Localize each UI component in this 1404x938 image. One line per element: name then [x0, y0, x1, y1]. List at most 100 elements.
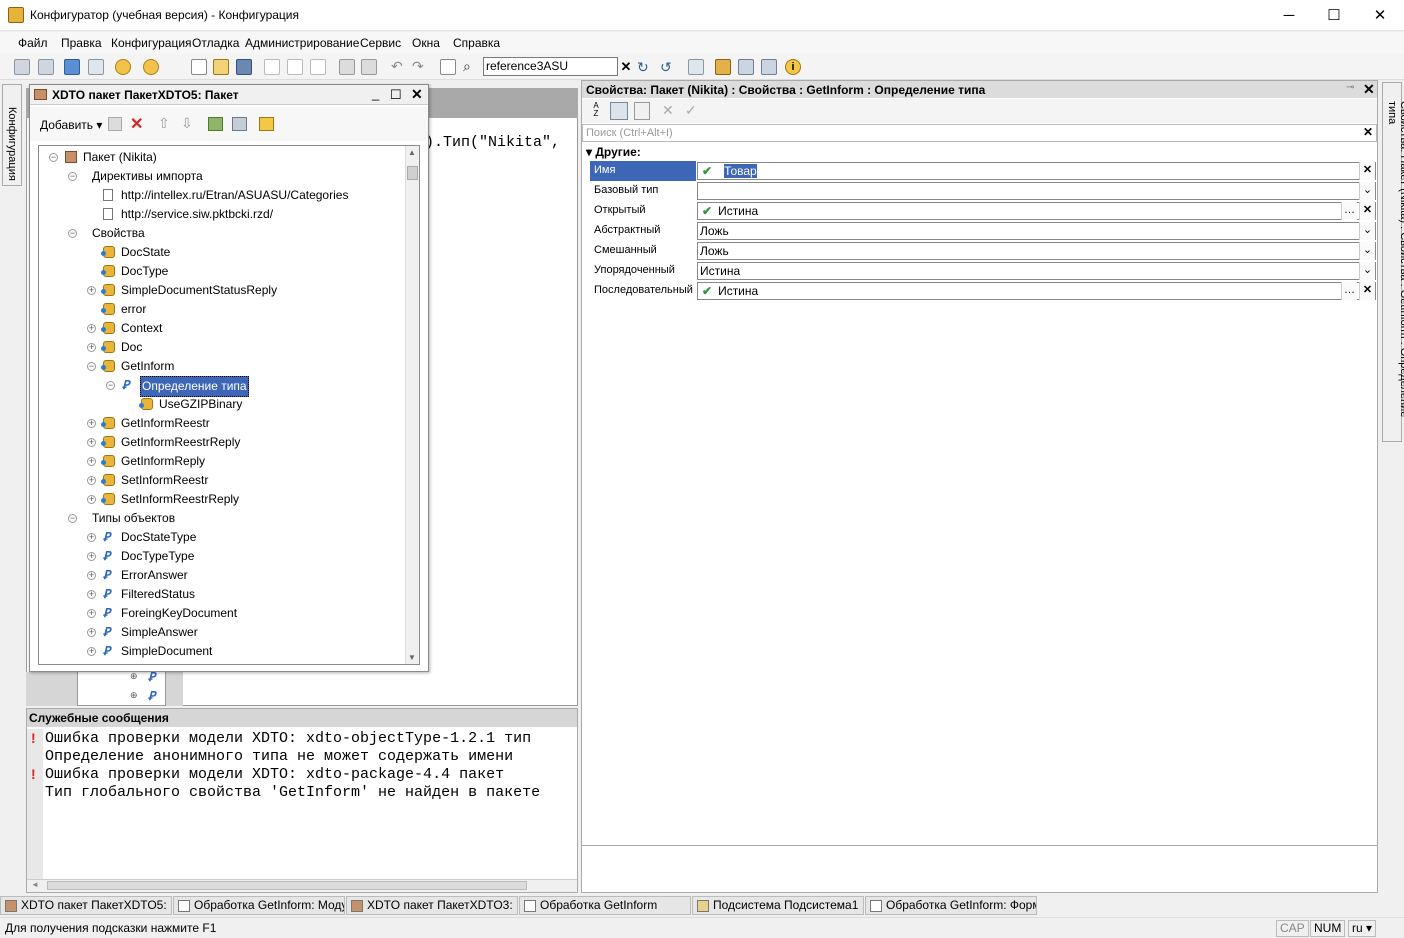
property-group-header[interactable]: ▾ Другие:: [586, 145, 641, 159]
minimize-button[interactable]: ─: [1266, 0, 1312, 31]
tree-item[interactable]: + SimpleDocumentStatusReply: [39, 281, 399, 300]
task-xdto-package5[interactable]: XDTO пакет ПакетXDTO5: ...: [0, 896, 172, 915]
add-import-icon[interactable]: [259, 117, 274, 131]
windows-list-icon[interactable]: [688, 59, 704, 75]
property-name[interactable]: Абстрактный: [590, 221, 696, 241]
expand-icon[interactable]: +: [87, 571, 96, 580]
tree-item[interactable]: http://service.siw.pktbcki.rzd/: [39, 205, 399, 224]
property-name[interactable]: Последовательный: [590, 281, 696, 301]
tree-item[interactable]: + Context: [39, 319, 399, 338]
collapse-icon[interactable]: −: [87, 362, 96, 371]
property-value-field[interactable]: Истина ⌄: [697, 262, 1376, 280]
filter-icon[interactable]: [634, 102, 650, 120]
property-name[interactable]: Имя: [590, 161, 696, 181]
paste-icon[interactable]: [310, 59, 326, 75]
dropdown-icon[interactable]: ⌄: [1359, 262, 1375, 280]
expand-icon[interactable]: +: [87, 628, 96, 637]
message-line[interactable]: Ошибка проверки модели XDTO: xdto-packag…: [45, 766, 577, 783]
redo-icon[interactable]: ↷: [412, 59, 428, 75]
print-icon[interactable]: [339, 59, 355, 75]
collapse-icon[interactable]: −: [106, 381, 115, 390]
property-value-field[interactable]: Ложь ⌄: [697, 222, 1376, 240]
language-selector[interactable]: ru ▾: [1348, 920, 1377, 937]
tree-item[interactable]: http://intellex.ru/Etran/ASUASU/Categori…: [39, 186, 399, 205]
expand-icon[interactable]: +: [87, 476, 96, 485]
tree-item[interactable]: + Ꝑ SimpleAnswer: [39, 623, 399, 642]
property-name[interactable]: Смешанный: [590, 241, 696, 261]
expand-icon[interactable]: +: [87, 495, 96, 504]
properties-side-tab[interactable]: Свойства: Пакет (Nikita) : Свойства : Ge…: [1382, 82, 1404, 442]
maximize-button[interactable]: ☐: [1311, 0, 1357, 31]
close-icon[interactable]: ✕: [411, 86, 423, 103]
cut-icon[interactable]: [264, 59, 280, 75]
property-value-field[interactable]: ✔ Истина ✕…: [697, 282, 1376, 300]
categories-icon[interactable]: [610, 102, 628, 120]
compare-icon[interactable]: [38, 59, 54, 75]
move-up-icon[interactable]: ⇧: [158, 115, 170, 132]
tree-item[interactable]: + SetInformReestrReply: [39, 490, 399, 509]
print-preview-icon[interactable]: [361, 59, 377, 75]
menu-administration[interactable]: Администрирование: [245, 36, 359, 50]
new-document-icon[interactable]: [191, 59, 207, 75]
ellipsis-button[interactable]: …: [1341, 282, 1357, 300]
tree-item[interactable]: + Doc: [39, 338, 399, 357]
collapse-icon[interactable]: −: [68, 172, 77, 181]
import-icon[interactable]: [232, 117, 247, 131]
copy-icon[interactable]: [287, 59, 303, 75]
minimize-icon[interactable]: _: [372, 86, 379, 101]
close-button[interactable]: ✕: [1357, 0, 1403, 31]
tree-item[interactable]: + Ꝑ DocTypeType: [39, 547, 399, 566]
maximize-icon[interactable]: ☐: [390, 87, 402, 103]
expand-icon[interactable]: ⊕: [130, 690, 138, 701]
dropdown-icon[interactable]: ⌄: [1359, 222, 1375, 240]
message-line[interactable]: Ошибка проверки модели XDTO: xdto-object…: [45, 730, 577, 747]
config-icon[interactable]: [14, 59, 30, 75]
tree-item[interactable]: − GetInform: [39, 357, 399, 376]
check-icon[interactable]: [208, 117, 223, 131]
clear-value-icon[interactable]: ✕: [662, 102, 674, 119]
expand-icon[interactable]: +: [87, 419, 96, 428]
task-subsystem[interactable]: Подсистема Подсистема1: [692, 896, 864, 915]
expand-icon[interactable]: +: [87, 343, 96, 352]
expand-icon[interactable]: +: [87, 438, 96, 447]
tree-item[interactable]: + Ꝑ SimpleDocument: [39, 642, 399, 661]
tree-item[interactable]: + Ꝑ ForeingKeyDocument: [39, 604, 399, 623]
save-icon[interactable]: [236, 59, 252, 75]
tree-item[interactable]: error: [39, 300, 399, 319]
collapse-icon[interactable]: −: [68, 514, 77, 523]
tree-item[interactable]: + GetInformReestr: [39, 414, 399, 433]
configuration-side-tab[interactable]: Конфигурация: [2, 84, 22, 186]
task-form[interactable]: Обработка GetInform: Форма: [865, 896, 1037, 915]
edit-icon[interactable]: [108, 117, 122, 131]
task-processing[interactable]: Обработка GetInform: [519, 896, 691, 915]
tree-item[interactable]: + Ꝑ ErrorAnswer: [39, 566, 399, 585]
expand-icon[interactable]: +: [87, 457, 96, 466]
search-clear-icon[interactable]: ✕: [618, 59, 634, 75]
add-button[interactable]: Добавить ▾: [40, 118, 102, 132]
clear-icon[interactable]: ✕: [1359, 282, 1375, 300]
pin-icon[interactable]: ⊸: [1346, 82, 1354, 93]
property-value-field[interactable]: ⌄: [697, 182, 1376, 200]
syntax-helper-icon[interactable]: [738, 59, 754, 75]
info-icon[interactable]: i: [785, 59, 801, 75]
property-value-field[interactable]: Ложь ⌄: [697, 242, 1376, 260]
search-clear-icon[interactable]: ✕: [1363, 125, 1373, 139]
clear-icon[interactable]: ✕: [1359, 162, 1375, 180]
help-book-icon[interactable]: [761, 59, 777, 75]
properties-search-input[interactable]: Поиск (Ctrl+Alt+I): [582, 124, 1377, 142]
open-folder-icon[interactable]: [213, 59, 229, 75]
assistant-icon[interactable]: [715, 59, 731, 75]
property-value-field[interactable]: ✔ Истина ✕…: [697, 202, 1376, 220]
undo-icon[interactable]: ↶: [391, 59, 407, 75]
tree-item[interactable]: − Ꝑ Определение типа: [39, 376, 399, 397]
search-input[interactable]: reference3ASU: [483, 57, 618, 76]
debug-icon[interactable]: [143, 59, 159, 75]
run-icon[interactable]: [115, 59, 131, 75]
collapse-icon[interactable]: −: [49, 153, 58, 162]
apply-icon[interactable]: ✓: [685, 102, 697, 119]
message-line[interactable]: Определение анонимного типа не может сод…: [45, 748, 577, 765]
expand-icon[interactable]: +: [87, 324, 96, 333]
dropdown-icon[interactable]: ⌄: [1359, 242, 1375, 260]
task-xdto-package3[interactable]: XDTO пакет ПакетXDTO3: ...: [346, 896, 518, 915]
menu-service[interactable]: Сервис: [360, 36, 401, 50]
